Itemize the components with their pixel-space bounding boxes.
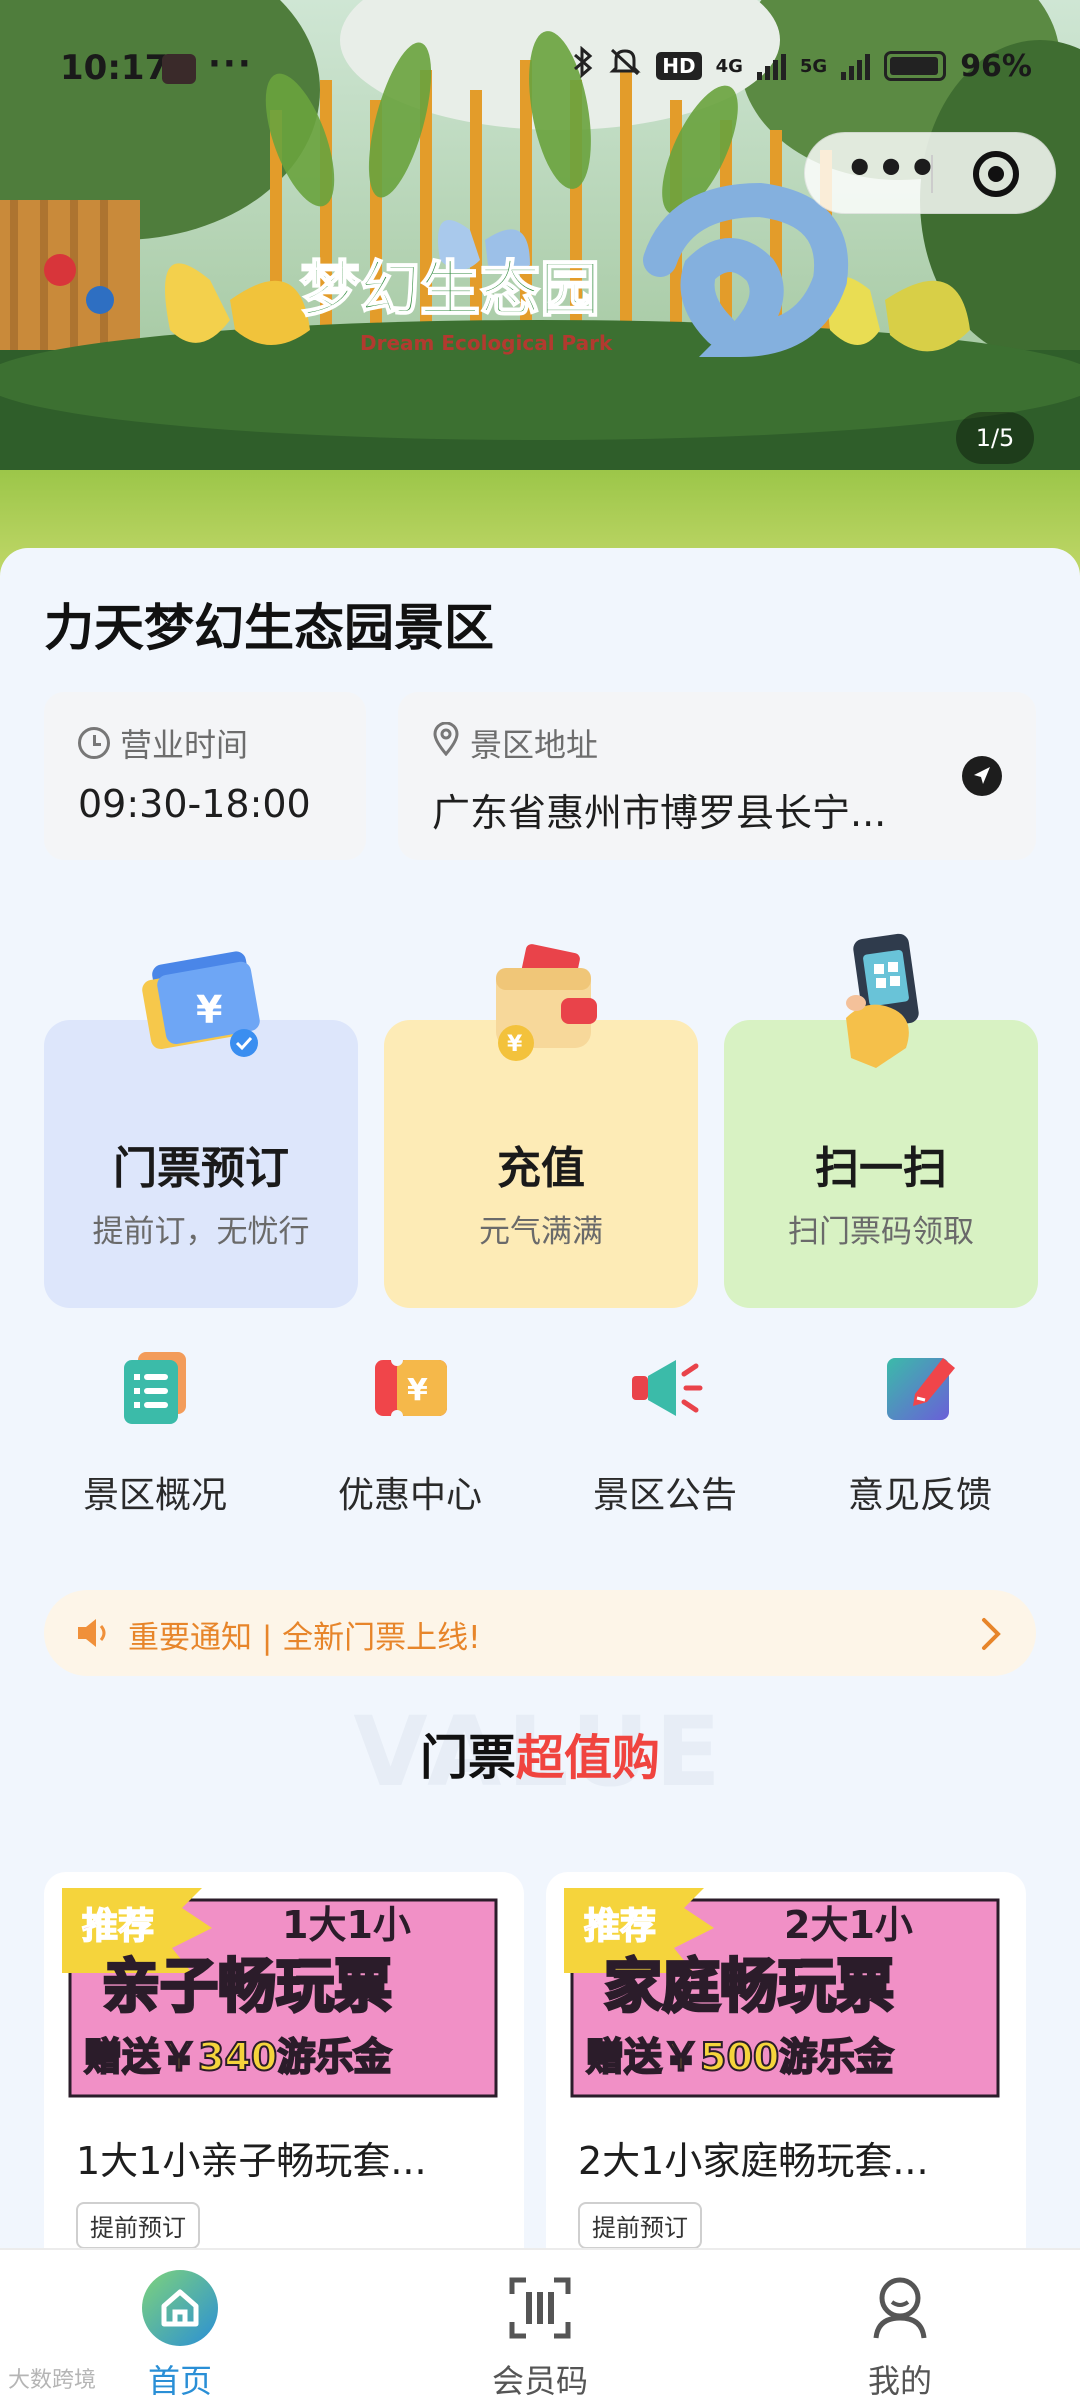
hours-value: 09:30-18:00: [78, 782, 311, 826]
megaphone-icon: [626, 1348, 706, 1432]
svg-text:1大1小: 1大1小: [282, 1903, 411, 1947]
svg-text:2大1小: 2大1小: [784, 1903, 913, 1947]
watermark: 大数跨境: [8, 2368, 97, 2393]
more-menu-icon[interactable]: •••: [845, 143, 939, 193]
hours-label: 营业时间: [120, 726, 249, 764]
navigate-icon[interactable]: [962, 756, 1002, 796]
tab-label: 会员码: [491, 2362, 588, 2400]
shortcut-label: 意见反馈: [847, 1475, 992, 1516]
feature-ticket-booking[interactable]: ¥ 门票预订 提前订，无忧行: [44, 951, 358, 1308]
app-notification-icon: [162, 54, 196, 84]
signal-icon: [756, 52, 786, 80]
banner-pager: 1/5: [956, 412, 1034, 464]
section-title-part1: 门票: [419, 1730, 516, 1786]
product-title: 1大1小亲子畅玩套...: [76, 2139, 427, 2183]
hd-badge: HD: [656, 52, 702, 80]
mute-icon: [608, 46, 642, 86]
speaker-icon: [74, 1616, 110, 1654]
tab-home[interactable]: 首页: [80, 2250, 280, 2400]
chevron-right-icon: [980, 1616, 1002, 1656]
hours-card: 营业时间 09:30-18:00: [44, 692, 366, 860]
scan-code-icon: [502, 2270, 578, 2350]
svg-text:¥: ¥: [196, 988, 222, 1032]
shortcut-label: 景区概况: [82, 1475, 227, 1516]
product-title: 2大1小家庭畅玩套...: [578, 2139, 929, 2183]
shortcut-feedback[interactable]: 意见反馈: [815, 1348, 1025, 1518]
address-label-row: 景区地址: [432, 720, 598, 766]
status-more-dots: ···: [208, 44, 253, 84]
scenic-title: 力天梦幻生态园景区: [44, 599, 494, 657]
feature-subtitle: 元气满满: [479, 1214, 603, 1250]
product-poster: 推荐 2大1小 家庭畅玩票 赠送￥500游乐金: [564, 1888, 1006, 2106]
profile-icon: [862, 2270, 938, 2350]
product-poster: 推荐 1大1小 亲子畅玩票 赠送￥340游乐金: [62, 1888, 504, 2106]
main-content: 力天梦幻生态园景区 营业时间 09:30-18:00 景区地址 广东省惠州市博罗…: [0, 548, 1080, 2342]
svg-text:推荐: 推荐: [584, 1906, 656, 1947]
svg-text:赠送￥340游乐金: 赠送￥340游乐金: [84, 2035, 392, 2079]
feature-subtitle: 提前订，无忧行: [92, 1214, 310, 1250]
feature-recharge[interactable]: ¥ 充值 元气满满: [384, 944, 698, 1308]
shortcut-label: 优惠中心: [337, 1475, 482, 1516]
address-card[interactable]: 景区地址 广东省惠州市博罗县长宁...: [398, 692, 1036, 860]
tab-label: 首页: [147, 2362, 212, 2400]
hero-banner[interactable]: 梦幻生态园 Dream Ecological Park 10:17 ··· HD…: [0, 0, 1080, 580]
product-tag: 提前预订: [76, 2202, 200, 2249]
section-title-part2: 超值购: [516, 1730, 661, 1786]
ticket-icon: ¥: [126, 928, 276, 1082]
status-bar: 10:17 ··· HD 4G 5G 96%: [0, 0, 1080, 140]
battery-icon: [884, 51, 947, 81]
shortcut-announcements[interactable]: 景区公告: [560, 1348, 770, 1518]
feature-subtitle: 扫门票码领取: [788, 1214, 974, 1250]
feature-title: 扫一扫: [815, 1143, 947, 1194]
product-tag: 提前预订: [578, 2202, 702, 2249]
tab-mine[interactable]: 我的: [800, 2250, 1000, 2400]
svg-text:Dream Ecological Park: Dream Ecological Park: [360, 331, 613, 355]
svg-text:¥: ¥: [407, 1373, 428, 1408]
shortcut-label: 景区公告: [592, 1475, 737, 1516]
capsule-divider: [931, 155, 933, 193]
notice-bar[interactable]: 重要通知 | 全新门票上线!: [44, 1590, 1036, 1676]
feature-title: 充值: [497, 1143, 585, 1194]
close-target-icon[interactable]: [973, 151, 1019, 197]
list-icon: [116, 1348, 196, 1432]
status-right-group: HD 4G 5G 96%: [572, 45, 1032, 86]
feature-scan[interactable]: 扫一扫 扫门票码领取: [724, 933, 1038, 1308]
svg-text:赠送￥500游乐金: 赠送￥500游乐金: [586, 2035, 894, 2079]
bluetooth-icon: [572, 45, 594, 86]
network-4g-label: 4G: [715, 55, 743, 77]
home-icon: [142, 2270, 218, 2350]
edit-icon: [881, 1348, 961, 1432]
miniprogram-capsule: •••: [804, 132, 1056, 214]
address-label: 景区地址: [470, 726, 599, 764]
svg-text:¥: ¥: [507, 1032, 523, 1057]
tab-member-code[interactable]: 会员码: [440, 2250, 640, 2400]
location-pin-icon: [432, 721, 460, 764]
svg-text:梦幻生态园: 梦幻生态园: [300, 255, 600, 325]
battery-percent: 96%: [960, 48, 1032, 84]
svg-text:家庭畅玩票: 家庭畅玩票: [604, 1952, 894, 2020]
coupon-icon: ¥: [371, 1348, 451, 1432]
wallet-icon: ¥: [466, 928, 616, 1082]
shortcut-discount-center[interactable]: ¥ 优惠中心: [305, 1348, 515, 1518]
status-time: 10:17: [60, 48, 169, 88]
phone-scan-icon: [806, 928, 956, 1082]
section-title: 门票超值购: [0, 1718, 1080, 1788]
address-value: 广东省惠州市博罗县长宁...: [432, 791, 887, 835]
clock-icon: [78, 727, 110, 759]
network-5g-label: 5G: [799, 55, 828, 77]
tab-label: 我的: [867, 2362, 932, 2400]
signal-icon-2: [841, 52, 871, 80]
bottom-tab-bar: 首页 会员码 我的: [0, 2248, 1080, 2400]
hours-label-row: 营业时间: [78, 720, 248, 766]
notice-text: 重要通知 | 全新门票上线!: [128, 1620, 481, 1656]
svg-text:推荐: 推荐: [82, 1906, 154, 1947]
feature-title: 门票预订: [113, 1143, 289, 1194]
svg-text:亲子畅玩票: 亲子畅玩票: [102, 1952, 392, 2020]
shortcut-overview[interactable]: 景区概况: [50, 1348, 260, 1518]
